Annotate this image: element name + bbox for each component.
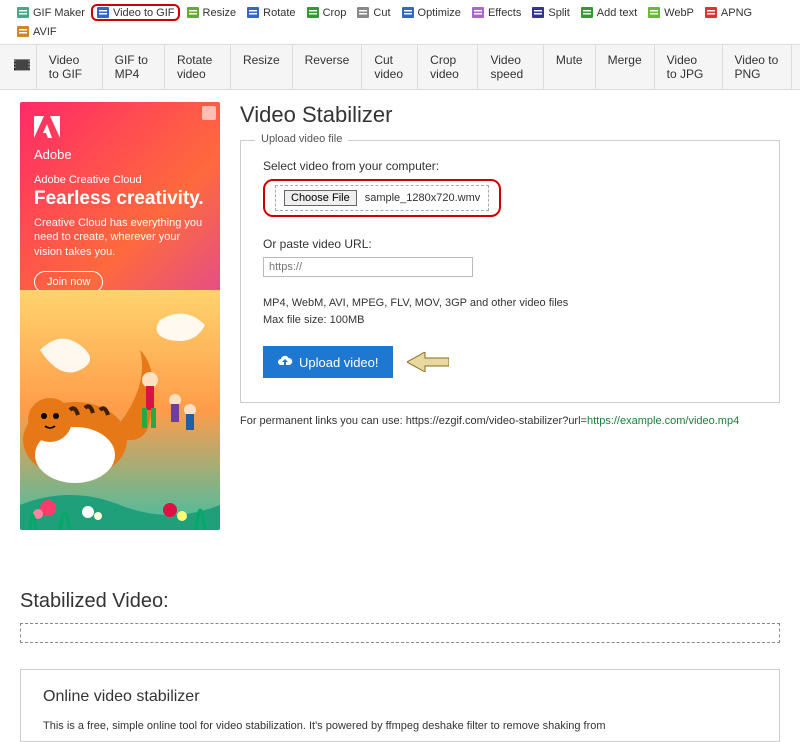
upload-button[interactable]: Upload video! bbox=[263, 346, 393, 378]
nav-apng-label: APNG bbox=[721, 7, 752, 19]
subtab-cut-video[interactable]: Cut video bbox=[362, 45, 418, 89]
nav-resize-label: Resize bbox=[203, 7, 237, 19]
nav-add-text-icon bbox=[580, 6, 594, 19]
nav-resize-icon bbox=[186, 6, 200, 19]
nav-avif[interactable]: AVIF bbox=[12, 23, 61, 40]
subtab-resize[interactable]: Resize bbox=[231, 45, 293, 89]
top-nav: GIF Maker Video to GIF Resize Rotate Crop Cut… bbox=[0, 0, 800, 44]
stabilized-output-placeholder bbox=[20, 623, 780, 643]
nav-crop-icon bbox=[306, 6, 320, 19]
subtab-reverse[interactable]: Reverse bbox=[293, 45, 363, 89]
nav-cut-icon bbox=[356, 6, 370, 19]
subtab-video-to-png[interactable]: Video to PNG bbox=[723, 45, 793, 89]
nav-apng[interactable]: APNG bbox=[700, 4, 756, 21]
maxsize-text: Max file size: 100MB bbox=[263, 314, 364, 326]
choose-file-button[interactable]: Choose File bbox=[284, 190, 357, 206]
nav-add-text[interactable]: Add text bbox=[576, 4, 641, 21]
nav-split-icon bbox=[531, 6, 545, 19]
subtab-gif-to-mp4[interactable]: GIF to MP4 bbox=[103, 45, 165, 89]
nav-video-to-gif[interactable]: Video to GIF bbox=[91, 4, 180, 21]
sub-nav: Video to GIFGIF to MP4Rotate videoResize… bbox=[0, 44, 800, 90]
nav-crop-label: Crop bbox=[323, 7, 347, 19]
nav-effects[interactable]: Effects bbox=[467, 4, 525, 21]
upload-button-label: Upload video! bbox=[299, 355, 379, 370]
nav-video-to-gif-icon bbox=[96, 6, 110, 19]
permalink-note: For permanent links you can use: https:/… bbox=[240, 415, 780, 427]
nav-cut[interactable]: Cut bbox=[352, 4, 394, 21]
nav-rotate-icon bbox=[246, 6, 260, 19]
cloud-upload-icon bbox=[277, 354, 293, 370]
nav-webp[interactable]: WebP bbox=[643, 4, 698, 21]
subtab-mute[interactable]: Mute bbox=[544, 45, 596, 89]
nav-apng-icon bbox=[704, 6, 718, 19]
subtab-rotate-video[interactable]: Rotate video bbox=[165, 45, 231, 89]
subtab-video-speed[interactable]: Video speed bbox=[478, 45, 543, 89]
info-title: Online video stabilizer bbox=[43, 688, 757, 706]
nav-add-text-label: Add text bbox=[597, 7, 637, 19]
ad-line2: Fearless creativity. bbox=[34, 188, 206, 210]
adobe-logo-icon bbox=[34, 116, 206, 145]
permalink-example-link[interactable]: https://example.com/video.mp4 bbox=[587, 415, 739, 427]
subtab-video-to-jpg[interactable]: Video to JPG bbox=[655, 45, 723, 89]
nav-webp-label: WebP bbox=[664, 7, 694, 19]
subtab-crop-video[interactable]: Crop video bbox=[418, 45, 478, 89]
nav-effects-icon bbox=[471, 6, 485, 19]
subtab-merge[interactable]: Merge bbox=[596, 45, 655, 89]
page-title: Video Stabilizer bbox=[240, 102, 780, 128]
nav-rotate[interactable]: Rotate bbox=[242, 4, 299, 21]
nav-rotate-label: Rotate bbox=[263, 7, 295, 19]
upload-panel: Upload video file Select video from your… bbox=[240, 140, 780, 403]
nav-gif-maker-label: GIF Maker bbox=[33, 7, 85, 19]
nav-optimize[interactable]: Optimize bbox=[397, 4, 465, 21]
formats-text: MP4, WebM, AVI, MPEG, FLV, MOV, 3GP and … bbox=[263, 297, 568, 309]
film-icon bbox=[14, 57, 30, 77]
ad-sidebar[interactable]: Adobe Adobe Creative Cloud Fearless crea… bbox=[20, 102, 220, 530]
nav-resize[interactable]: Resize bbox=[182, 4, 241, 21]
nav-optimize-icon bbox=[401, 6, 415, 19]
nav-video-to-gif-label: Video to GIF bbox=[113, 7, 175, 19]
ad-illustration bbox=[20, 290, 220, 530]
arrow-annotation-icon bbox=[407, 352, 449, 372]
ad-brand: Adobe bbox=[34, 147, 206, 162]
nav-avif-label: AVIF bbox=[33, 26, 57, 38]
nav-gif-maker[interactable]: GIF Maker bbox=[12, 4, 89, 21]
nav-gif-maker-icon bbox=[16, 6, 30, 19]
info-body: This is a free, simple online tool for v… bbox=[43, 718, 757, 735]
nav-split[interactable]: Split bbox=[527, 4, 573, 21]
subtab-video-to-gif[interactable]: Video to GIF bbox=[36, 45, 103, 89]
nav-split-label: Split bbox=[548, 7, 569, 19]
permalink-prefix: For permanent links you can use: https:/… bbox=[240, 415, 587, 427]
url-input[interactable] bbox=[263, 257, 473, 277]
url-label: Or paste video URL: bbox=[263, 237, 757, 251]
ad-badge-icon bbox=[202, 106, 216, 120]
file-input-highlight: Choose File sample_1280x720.wmv bbox=[263, 179, 501, 217]
stabilized-heading: Stabilized Video: bbox=[0, 590, 800, 613]
ad-line1: Adobe Creative Cloud bbox=[34, 174, 206, 186]
nav-cut-label: Cut bbox=[373, 7, 390, 19]
selected-filename: sample_1280x720.wmv bbox=[365, 192, 481, 204]
formats-note: MP4, WebM, AVI, MPEG, FLV, MOV, 3GP and … bbox=[263, 295, 757, 328]
ad-body: Creative Cloud has everything you need t… bbox=[34, 216, 206, 259]
select-label: Select video from your computer: bbox=[263, 159, 757, 173]
nav-webp-icon bbox=[647, 6, 661, 19]
nav-crop[interactable]: Crop bbox=[302, 4, 351, 21]
panel-legend: Upload video file bbox=[255, 133, 348, 145]
info-panel: Online video stabilizer This is a free, … bbox=[20, 669, 780, 742]
nav-avif-icon bbox=[16, 25, 30, 38]
nav-optimize-label: Optimize bbox=[418, 7, 461, 19]
nav-effects-label: Effects bbox=[488, 7, 521, 19]
